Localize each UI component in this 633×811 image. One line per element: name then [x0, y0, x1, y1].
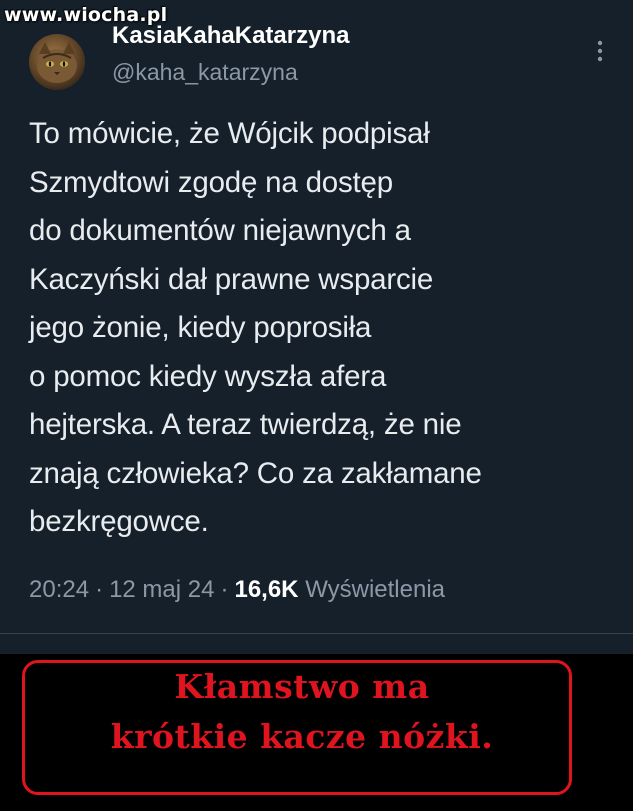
- caption-line-1: Kłamstwo ma: [174, 667, 430, 706]
- cat-avatar-icon: [37, 42, 77, 83]
- divider: [0, 633, 633, 634]
- caption: Kłamstwo ma krótkie kacze nóżki.: [22, 662, 582, 762]
- site-watermark: www.wiocha.pl: [4, 4, 168, 26]
- tweet-date[interactable]: 12 maj 24: [109, 576, 214, 603]
- meta-separator: ·: [220, 576, 229, 603]
- user-handle[interactable]: @kaha_katarzyna: [112, 59, 298, 86]
- meta-separator: ·: [95, 576, 104, 603]
- views-label: Wyświetlenia: [305, 576, 446, 603]
- screenshot-page: www.wiocha.pl KasiaKahaKatarzyna @kaha_k…: [0, 0, 633, 811]
- display-name[interactable]: KasiaKahaKatarzyna: [112, 22, 349, 50]
- more-options-icon[interactable]: [592, 38, 608, 66]
- tweet-meta: 20:24 · 12 maj 24 · 16,6K Wyświetlenia: [29, 576, 445, 604]
- tweet-time[interactable]: 20:24: [29, 576, 89, 603]
- avatar[interactable]: [29, 34, 85, 90]
- caption-line-2: krótkie kacze nóżki.: [110, 717, 494, 756]
- views-count: 16,6K: [234, 576, 299, 603]
- tweet-text: To mówicie, że Wójcik podpisał Szmydtowi…: [29, 117, 482, 538]
